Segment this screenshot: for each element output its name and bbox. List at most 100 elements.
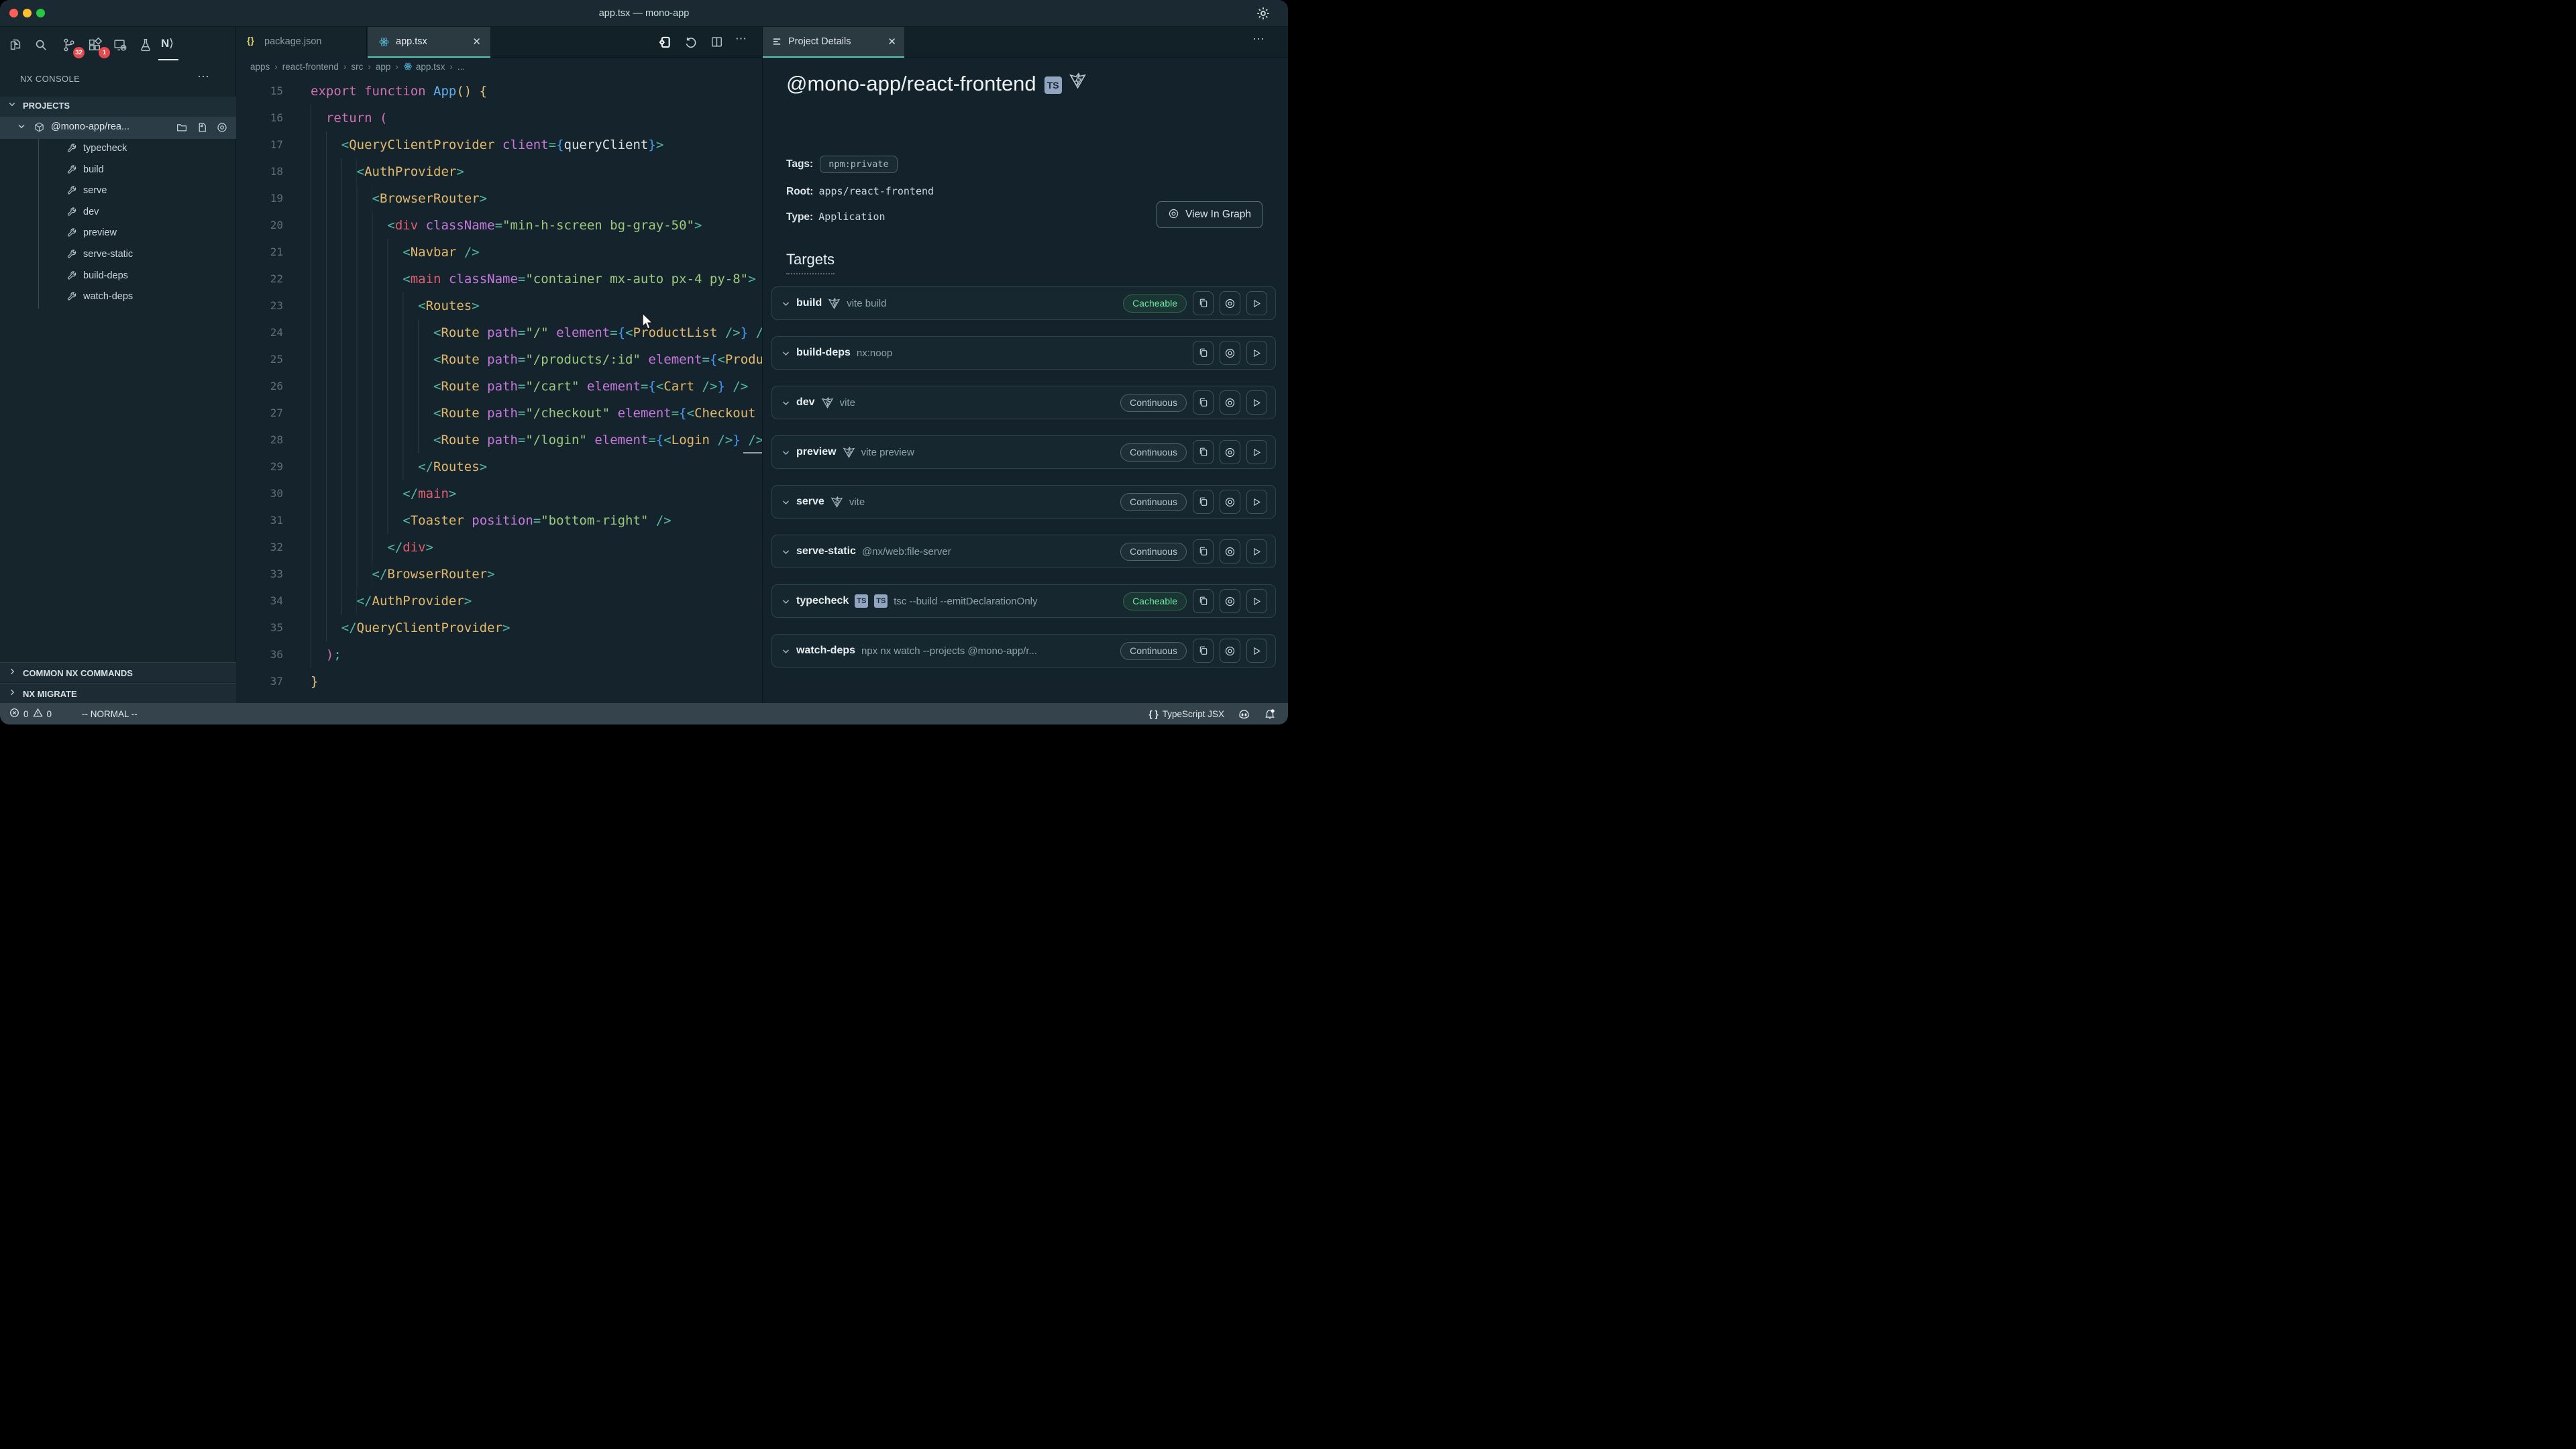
more-actions-icon[interactable]: ⋯ <box>735 32 748 46</box>
chevron-down-icon[interactable] <box>782 498 790 506</box>
code-line-24[interactable]: 24 <Route path="/" element={<ProductList… <box>236 319 762 346</box>
chevron-down-icon[interactable] <box>782 299 790 308</box>
run-target-button[interactable] <box>1246 390 1267 415</box>
tree-item-watch-deps[interactable]: watch-deps <box>0 287 236 309</box>
view-graph-button[interactable] <box>1220 390 1240 415</box>
tree-item-project[interactable]: @mono-app/rea... <box>0 117 236 139</box>
source-control-icon[interactable]: 32 <box>62 38 78 54</box>
tree-item-build-deps[interactable]: build-deps <box>0 266 236 288</box>
code-line-27[interactable]: 27 <Route path="/checkout" element={<Che… <box>236 400 762 427</box>
breadcrumb-item[interactable]: app <box>376 62 391 72</box>
code-line-16[interactable]: 16 return ( <box>236 105 762 131</box>
search-icon[interactable] <box>34 38 50 54</box>
nx-console-icon[interactable]: N⟩ <box>161 37 177 53</box>
settings-gear-icon[interactable] <box>1256 6 1271 24</box>
copy-button[interactable] <box>1193 291 1214 315</box>
view-graph-button[interactable] <box>1220 539 1240 564</box>
code-line-31[interactable]: 31 <Toaster position="bottom-right" /> <box>236 507 762 534</box>
view-graph-button[interactable] <box>1220 490 1240 514</box>
copy-button[interactable] <box>1193 390 1214 415</box>
copy-button[interactable] <box>1193 589 1214 613</box>
tree-item-dev[interactable]: dev <box>0 203 236 224</box>
breadcrumb-item[interactable]: src <box>351 62 363 72</box>
copy-button[interactable] <box>1193 440 1214 464</box>
code-line-20[interactable]: 20 <div className="min-h-screen bg-gray-… <box>236 212 762 239</box>
run-target-button[interactable] <box>1246 639 1267 663</box>
target-card-build-deps[interactable]: build-depsnx:noop <box>771 336 1276 370</box>
common-nx-commands-section[interactable]: COMMON NX COMMANDS <box>0 662 236 682</box>
close-tab-icon[interactable]: ✕ <box>472 36 481 48</box>
code-line-25[interactable]: 25 <Route path="/products/:id" element={… <box>236 346 762 373</box>
folder-icon[interactable] <box>176 121 188 136</box>
language-mode[interactable]: { }TypeScript JSX <box>1148 709 1224 719</box>
code-line-17[interactable]: 17 <QueryClientProvider client={queryCli… <box>236 131 762 158</box>
copy-button[interactable] <box>1193 341 1214 365</box>
target-card-serve[interactable]: serveviteContinuous <box>771 485 1276 519</box>
run-target-button[interactable] <box>1246 440 1267 464</box>
code-line-30[interactable]: 30 </main> <box>236 480 762 507</box>
view-graph-button[interactable] <box>1220 589 1240 613</box>
chevron-down-icon[interactable] <box>782 647 790 655</box>
code-line-28[interactable]: 28 <Route path="/login" element={<Login … <box>236 427 762 453</box>
tree-item-build[interactable]: build <box>0 160 236 182</box>
view-in-graph-button[interactable]: View In Graph <box>1157 201 1263 228</box>
code-line-19[interactable]: 19 <BrowserRouter> <box>236 185 762 212</box>
tree-item-typecheck[interactable]: typecheck <box>0 139 236 160</box>
open-config-icon[interactable] <box>196 121 208 136</box>
code-line-38[interactable]: 38 <box>236 695 762 703</box>
code-line-26[interactable]: 26 <Route path="/cart" element={<Cart />… <box>236 373 762 400</box>
breadcrumb-item[interactable]: apps <box>250 62 270 72</box>
chevron-down-icon[interactable] <box>782 448 790 457</box>
code-line-36[interactable]: 36 ); <box>236 641 762 668</box>
run-target-button[interactable] <box>1246 589 1267 613</box>
run-target-button[interactable] <box>1246 490 1267 514</box>
split-editor-icon[interactable] <box>710 36 723 52</box>
run-target-button[interactable] <box>1246 539 1267 564</box>
chevron-down-icon[interactable] <box>782 349 790 358</box>
tab-project-details[interactable]: Project Details ✕ <box>763 27 904 58</box>
target-card-typecheck[interactable]: typecheckTSTStsc --build --emitDeclarati… <box>771 584 1276 618</box>
code-editor[interactable]: 15export function App() {16 return (17 <… <box>236 78 762 703</box>
view-graph-button[interactable] <box>1220 341 1240 365</box>
remote-explorer-icon[interactable] <box>113 38 129 54</box>
extensions-icon[interactable]: 1 <box>87 38 103 54</box>
problems-indicator[interactable]: 0 0 <box>9 708 52 720</box>
code-line-37[interactable]: 37} <box>236 668 762 695</box>
projects-section-header[interactable]: PROJECTS <box>0 97 236 117</box>
notifications-bell-icon[interactable] <box>1264 708 1276 720</box>
target-card-serve-static[interactable]: serve-static@nx/web:file-serverContinuou… <box>771 535 1276 568</box>
tree-item-serve[interactable]: serve <box>0 181 236 203</box>
tab-app-tsx[interactable]: app.tsx ✕ <box>368 27 490 58</box>
target-icon[interactable] <box>216 121 228 136</box>
target-card-dev[interactable]: devviteContinuous <box>771 386 1276 419</box>
explorer-icon[interactable] <box>8 38 24 54</box>
code-line-35[interactable]: 35 </QueryClientProvider> <box>236 614 762 641</box>
vim-mode-indicator[interactable]: -- NORMAL -- <box>82 709 138 719</box>
copy-button[interactable] <box>1193 639 1214 663</box>
tree-item-serve-static[interactable]: serve-static <box>0 245 236 266</box>
run-target-button[interactable] <box>1246 341 1267 365</box>
code-line-29[interactable]: 29 </Routes> <box>236 453 762 480</box>
tab-package-json[interactable]: {} package.json <box>236 27 367 58</box>
panel-more-icon[interactable]: ⋯ <box>1252 32 1266 46</box>
target-card-build[interactable]: buildvite buildCacheable <box>771 286 1276 320</box>
breadcrumb-item[interactable]: app.tsx <box>403 62 445 72</box>
target-card-watch-deps[interactable]: watch-depsnpx nx watch --projects @mono-… <box>771 634 1276 667</box>
copy-button[interactable] <box>1193 539 1214 564</box>
code-line-15[interactable]: 15export function App() { <box>236 78 762 105</box>
sidebar-more-icon[interactable]: ⋯ <box>197 70 211 84</box>
copilot-icon[interactable] <box>1238 708 1250 720</box>
target-card-preview[interactable]: previewvite previewContinuous <box>771 435 1276 469</box>
code-line-33[interactable]: 33 </BrowserRouter> <box>236 561 762 588</box>
code-line-34[interactable]: 34 </AuthProvider> <box>236 588 762 614</box>
chevron-down-icon[interactable] <box>782 597 790 606</box>
code-line-32[interactable]: 32 </div> <box>236 534 762 561</box>
refresh-icon[interactable] <box>684 36 698 52</box>
nx-migrate-section[interactable]: NX MIGRATE <box>0 683 236 703</box>
chevron-down-icon[interactable] <box>782 547 790 556</box>
close-panel-icon[interactable]: ✕ <box>888 36 896 48</box>
breadcrumb-item[interactable]: react-frontend <box>282 62 339 72</box>
code-line-18[interactable]: 18 <AuthProvider> <box>236 158 762 185</box>
testing-beaker-icon[interactable] <box>138 38 154 54</box>
view-graph-button[interactable] <box>1220 291 1240 315</box>
